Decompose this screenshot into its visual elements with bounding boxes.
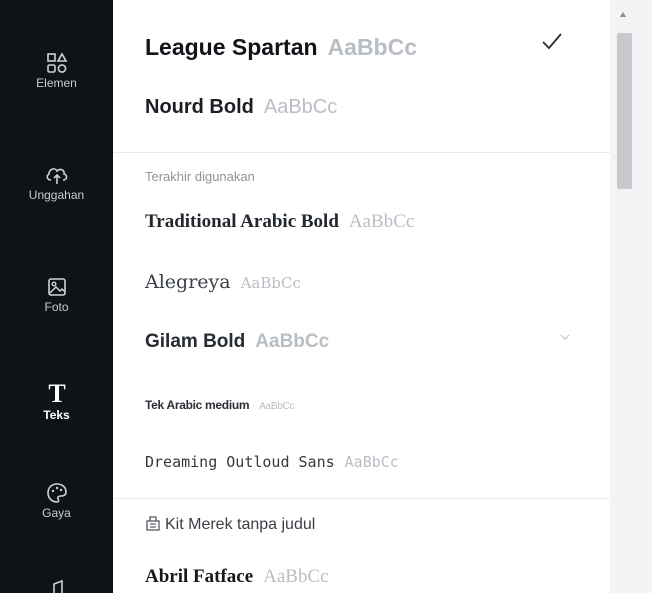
font-option[interactable]: Alegreya AaBbCc	[145, 271, 301, 293]
nav-item-foto[interactable]: Foto	[0, 276, 113, 314]
palette-icon	[46, 483, 67, 503]
check-icon	[542, 33, 562, 50]
brand-kit-header: Kit Merek tanpa judul	[145, 515, 315, 534]
chevron-down-icon[interactable]	[560, 334, 570, 340]
nav-item-more[interactable]	[0, 580, 113, 596]
font-option[interactable]: Gilam Bold AaBbCc	[145, 331, 329, 353]
scroll-up-arrow-icon[interactable]	[620, 12, 626, 17]
font-sample: AaBbCc	[344, 453, 399, 471]
nav-label: Foto	[44, 300, 69, 314]
font-sample: AaBbCc	[263, 96, 338, 118]
nav-item-teks[interactable]: T Teks	[0, 380, 113, 422]
font-sample: AaBbCc	[348, 211, 415, 232]
font-option[interactable]: Nourd Bold AaBbCc	[145, 96, 337, 119]
divider	[113, 498, 610, 499]
font-sample: AaBbCc	[327, 34, 418, 60]
font-option[interactable]: Traditional Arabic Bold AaBbCc	[145, 211, 414, 233]
nav-item-elemen[interactable]: Elemen	[0, 52, 113, 90]
brand-kit-label: Kit Merek tanpa judul	[165, 516, 316, 533]
font-option[interactable]: League Spartan AaBbCc	[145, 34, 417, 61]
font-sample: AaBbCc	[240, 274, 301, 292]
cloud-upload-icon	[45, 168, 67, 184]
font-name: Traditional Arabic Bold	[145, 211, 339, 232]
font-sample: AaBbCc	[255, 331, 330, 352]
recent-section-label: Terakhir digunakan	[145, 169, 255, 184]
nav-item-unggahan[interactable]: Unggahan	[0, 164, 113, 202]
nav-item-gaya[interactable]: Gaya	[0, 482, 113, 520]
font-sample: AaBbCc	[263, 566, 329, 587]
divider	[113, 152, 610, 153]
shapes-icon	[46, 52, 67, 73]
brand-kit-icon	[146, 516, 160, 531]
font-name: Alegreya	[145, 271, 231, 293]
font-name: Dreaming Outloud Sans	[145, 453, 335, 471]
side-navigation: Elemen Unggahan Foto T Teks Gaya	[0, 0, 113, 593]
font-option[interactable]: Tek Arabic medium AaBbCc	[145, 398, 294, 412]
nav-label: Teks	[43, 408, 70, 422]
nav-label: Elemen	[36, 76, 77, 90]
font-option[interactable]: Dreaming Outloud Sans AaBbCc	[145, 453, 399, 471]
font-name: Nourd Bold	[145, 96, 254, 118]
text-icon: T	[48, 380, 65, 406]
scrollbar-thumb[interactable]	[617, 33, 632, 189]
font-name: Gilam Bold	[145, 331, 246, 352]
image-icon	[47, 278, 66, 296]
font-name: Tek Arabic medium	[145, 398, 250, 412]
audio-icon	[52, 580, 63, 593]
nav-label: Unggahan	[28, 188, 85, 202]
font-list-panel: League Spartan AaBbCc Nourd Bold AaBbCc Te…	[113, 0, 610, 593]
nav-label: Gaya	[42, 506, 71, 520]
font-name: Abril Fatface	[145, 566, 254, 587]
font-option[interactable]: Abril Fatface AaBbCc	[145, 566, 329, 588]
font-sample: AaBbCc	[259, 401, 295, 412]
svg-text:T: T	[48, 380, 65, 406]
font-name: League Spartan	[145, 34, 318, 60]
